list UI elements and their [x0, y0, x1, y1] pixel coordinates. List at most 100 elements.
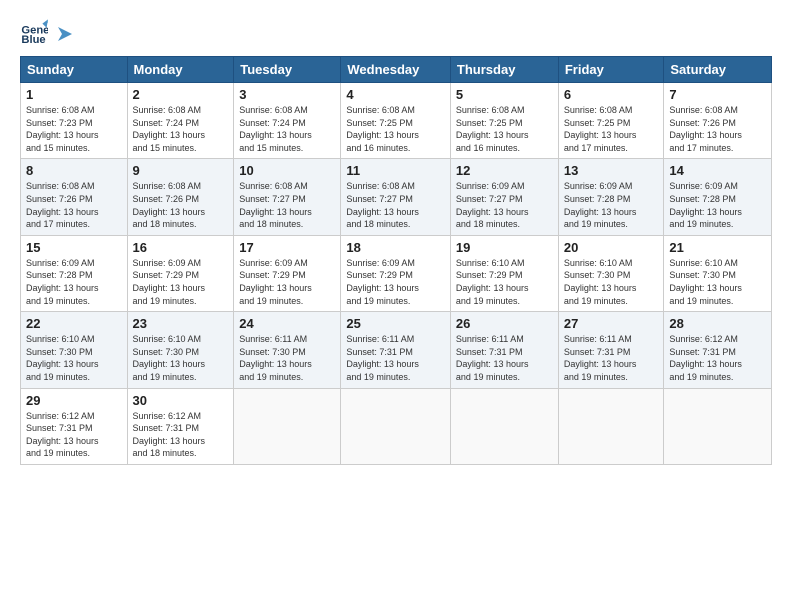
day-number: 27 — [564, 316, 659, 331]
calendar-cell: 10 Sunrise: 6:08 AMSunset: 7:27 PMDaylig… — [234, 159, 341, 235]
day-info: Sunrise: 6:08 AMSunset: 7:26 PMDaylight:… — [26, 181, 99, 229]
logo-arrow-icon — [54, 27, 72, 41]
calendar-cell: 7 Sunrise: 6:08 AMSunset: 7:26 PMDayligh… — [664, 83, 772, 159]
col-header-friday: Friday — [558, 57, 664, 83]
day-info: Sunrise: 6:11 AMSunset: 7:31 PMDaylight:… — [456, 334, 529, 382]
day-info: Sunrise: 6:08 AMSunset: 7:26 PMDaylight:… — [133, 181, 206, 229]
calendar-cell: 29 Sunrise: 6:12 AMSunset: 7:31 PMDaylig… — [21, 388, 128, 464]
day-number: 10 — [239, 163, 335, 178]
calendar-week-row: 22 Sunrise: 6:10 AMSunset: 7:30 PMDaylig… — [21, 312, 772, 388]
svg-text:Blue: Blue — [21, 34, 45, 46]
col-header-thursday: Thursday — [450, 57, 558, 83]
calendar-cell: 3 Sunrise: 6:08 AMSunset: 7:24 PMDayligh… — [234, 83, 341, 159]
calendar-cell: 30 Sunrise: 6:12 AMSunset: 7:31 PMDaylig… — [127, 388, 234, 464]
day-number: 13 — [564, 163, 659, 178]
day-number: 30 — [133, 393, 229, 408]
header: General Blue — [20, 18, 772, 46]
day-info: Sunrise: 6:08 AMSunset: 7:27 PMDaylight:… — [346, 181, 419, 229]
day-number: 7 — [669, 87, 766, 102]
calendar-cell — [341, 388, 451, 464]
calendar-cell: 14 Sunrise: 6:09 AMSunset: 7:28 PMDaylig… — [664, 159, 772, 235]
calendar-cell — [234, 388, 341, 464]
day-info: Sunrise: 6:12 AMSunset: 7:31 PMDaylight:… — [26, 411, 99, 459]
calendar-cell: 18 Sunrise: 6:09 AMSunset: 7:29 PMDaylig… — [341, 235, 451, 311]
day-number: 12 — [456, 163, 553, 178]
calendar-cell: 8 Sunrise: 6:08 AMSunset: 7:26 PMDayligh… — [21, 159, 128, 235]
calendar-table: SundayMondayTuesdayWednesdayThursdayFrid… — [20, 56, 772, 465]
calendar-cell: 2 Sunrise: 6:08 AMSunset: 7:24 PMDayligh… — [127, 83, 234, 159]
day-number: 23 — [133, 316, 229, 331]
calendar-cell: 24 Sunrise: 6:11 AMSunset: 7:30 PMDaylig… — [234, 312, 341, 388]
calendar-cell: 15 Sunrise: 6:09 AMSunset: 7:28 PMDaylig… — [21, 235, 128, 311]
day-info: Sunrise: 6:08 AMSunset: 7:25 PMDaylight:… — [346, 105, 419, 153]
day-info: Sunrise: 6:08 AMSunset: 7:26 PMDaylight:… — [669, 105, 742, 153]
day-info: Sunrise: 6:12 AMSunset: 7:31 PMDaylight:… — [669, 334, 742, 382]
calendar-cell — [664, 388, 772, 464]
day-number: 14 — [669, 163, 766, 178]
day-number: 28 — [669, 316, 766, 331]
calendar-cell: 20 Sunrise: 6:10 AMSunset: 7:30 PMDaylig… — [558, 235, 664, 311]
calendar-week-row: 8 Sunrise: 6:08 AMSunset: 7:26 PMDayligh… — [21, 159, 772, 235]
day-info: Sunrise: 6:09 AMSunset: 7:28 PMDaylight:… — [26, 258, 99, 306]
calendar-cell — [450, 388, 558, 464]
calendar-cell: 22 Sunrise: 6:10 AMSunset: 7:30 PMDaylig… — [21, 312, 128, 388]
day-info: Sunrise: 6:09 AMSunset: 7:29 PMDaylight:… — [239, 258, 312, 306]
calendar-cell: 21 Sunrise: 6:10 AMSunset: 7:30 PMDaylig… — [664, 235, 772, 311]
calendar-cell: 25 Sunrise: 6:11 AMSunset: 7:31 PMDaylig… — [341, 312, 451, 388]
logo: General Blue — [20, 18, 72, 46]
day-info: Sunrise: 6:11 AMSunset: 7:31 PMDaylight:… — [346, 334, 419, 382]
day-number: 9 — [133, 163, 229, 178]
col-header-wednesday: Wednesday — [341, 57, 451, 83]
day-info: Sunrise: 6:10 AMSunset: 7:30 PMDaylight:… — [669, 258, 742, 306]
calendar-week-row: 29 Sunrise: 6:12 AMSunset: 7:31 PMDaylig… — [21, 388, 772, 464]
day-number: 4 — [346, 87, 445, 102]
calendar-cell: 9 Sunrise: 6:08 AMSunset: 7:26 PMDayligh… — [127, 159, 234, 235]
day-number: 25 — [346, 316, 445, 331]
calendar-cell: 16 Sunrise: 6:09 AMSunset: 7:29 PMDaylig… — [127, 235, 234, 311]
calendar-cell: 26 Sunrise: 6:11 AMSunset: 7:31 PMDaylig… — [450, 312, 558, 388]
day-number: 29 — [26, 393, 122, 408]
day-number: 17 — [239, 240, 335, 255]
day-number: 19 — [456, 240, 553, 255]
col-header-saturday: Saturday — [664, 57, 772, 83]
calendar-cell: 12 Sunrise: 6:09 AMSunset: 7:27 PMDaylig… — [450, 159, 558, 235]
day-number: 1 — [26, 87, 122, 102]
calendar-cell: 23 Sunrise: 6:10 AMSunset: 7:30 PMDaylig… — [127, 312, 234, 388]
day-number: 26 — [456, 316, 553, 331]
calendar-cell: 6 Sunrise: 6:08 AMSunset: 7:25 PMDayligh… — [558, 83, 664, 159]
logo-icon: General Blue — [20, 18, 48, 46]
day-number: 20 — [564, 240, 659, 255]
day-info: Sunrise: 6:10 AMSunset: 7:30 PMDaylight:… — [564, 258, 637, 306]
calendar-week-row: 1 Sunrise: 6:08 AMSunset: 7:23 PMDayligh… — [21, 83, 772, 159]
day-info: Sunrise: 6:08 AMSunset: 7:27 PMDaylight:… — [239, 181, 312, 229]
calendar-cell: 11 Sunrise: 6:08 AMSunset: 7:27 PMDaylig… — [341, 159, 451, 235]
day-number: 11 — [346, 163, 445, 178]
calendar-week-row: 15 Sunrise: 6:09 AMSunset: 7:28 PMDaylig… — [21, 235, 772, 311]
day-info: Sunrise: 6:10 AMSunset: 7:29 PMDaylight:… — [456, 258, 529, 306]
day-info: Sunrise: 6:08 AMSunset: 7:24 PMDaylight:… — [239, 105, 312, 153]
day-info: Sunrise: 6:10 AMSunset: 7:30 PMDaylight:… — [26, 334, 99, 382]
calendar-cell: 13 Sunrise: 6:09 AMSunset: 7:28 PMDaylig… — [558, 159, 664, 235]
day-number: 24 — [239, 316, 335, 331]
calendar-cell: 5 Sunrise: 6:08 AMSunset: 7:25 PMDayligh… — [450, 83, 558, 159]
day-number: 16 — [133, 240, 229, 255]
col-header-tuesday: Tuesday — [234, 57, 341, 83]
day-number: 3 — [239, 87, 335, 102]
day-info: Sunrise: 6:09 AMSunset: 7:27 PMDaylight:… — [456, 181, 529, 229]
day-number: 5 — [456, 87, 553, 102]
day-info: Sunrise: 6:08 AMSunset: 7:24 PMDaylight:… — [133, 105, 206, 153]
day-number: 2 — [133, 87, 229, 102]
day-info: Sunrise: 6:09 AMSunset: 7:28 PMDaylight:… — [669, 181, 742, 229]
day-info: Sunrise: 6:08 AMSunset: 7:25 PMDaylight:… — [564, 105, 637, 153]
day-number: 8 — [26, 163, 122, 178]
page: General Blue SundayMondayT — [0, 0, 792, 612]
day-info: Sunrise: 6:08 AMSunset: 7:23 PMDaylight:… — [26, 105, 99, 153]
calendar-cell: 19 Sunrise: 6:10 AMSunset: 7:29 PMDaylig… — [450, 235, 558, 311]
calendar-cell: 17 Sunrise: 6:09 AMSunset: 7:29 PMDaylig… — [234, 235, 341, 311]
calendar-cell: 4 Sunrise: 6:08 AMSunset: 7:25 PMDayligh… — [341, 83, 451, 159]
day-info: Sunrise: 6:11 AMSunset: 7:30 PMDaylight:… — [239, 334, 312, 382]
day-number: 21 — [669, 240, 766, 255]
day-number: 18 — [346, 240, 445, 255]
col-header-monday: Monday — [127, 57, 234, 83]
calendar-cell: 27 Sunrise: 6:11 AMSunset: 7:31 PMDaylig… — [558, 312, 664, 388]
